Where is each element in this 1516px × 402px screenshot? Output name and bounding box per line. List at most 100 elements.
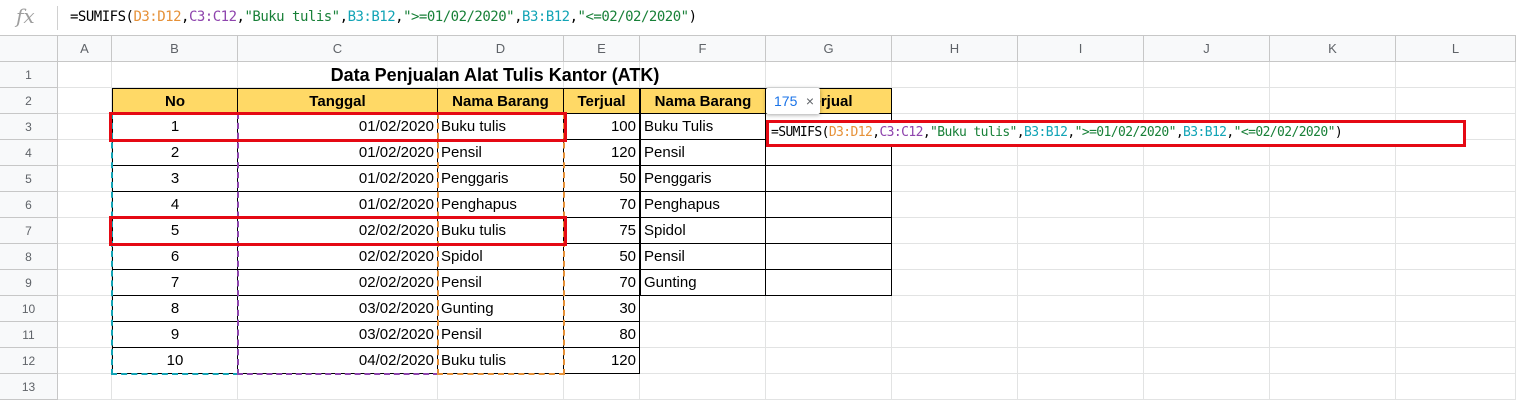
table2-value[interactable] <box>766 192 892 218</box>
grid-cell[interactable] <box>112 374 238 400</box>
table1-cell[interactable]: 120 <box>564 140 640 166</box>
grid-cell[interactable] <box>1396 88 1516 114</box>
grid-cell[interactable] <box>1018 270 1144 296</box>
grid-cell[interactable] <box>1270 88 1396 114</box>
grid-cell[interactable] <box>1144 374 1270 400</box>
close-icon[interactable]: × <box>806 88 814 114</box>
grid-cell[interactable] <box>1396 374 1516 400</box>
row-header[interactable]: 2 <box>0 88 58 114</box>
row-header[interactable]: 5 <box>0 166 58 192</box>
grid-cell[interactable] <box>1018 192 1144 218</box>
row-header[interactable]: 11 <box>0 322 58 348</box>
grid-cell[interactable] <box>1144 348 1270 374</box>
table2-item[interactable]: Pensil <box>640 244 766 270</box>
table2-value[interactable] <box>766 218 892 244</box>
row-header[interactable]: 6 <box>0 192 58 218</box>
grid-cell[interactable] <box>1018 62 1144 88</box>
row-header[interactable]: 3 <box>0 114 58 140</box>
column-header[interactable]: E <box>564 36 640 62</box>
grid-cell[interactable] <box>58 322 112 348</box>
grid-cell[interactable] <box>1270 296 1396 322</box>
table2-value[interactable] <box>766 166 892 192</box>
grid-cell[interactable] <box>1270 192 1396 218</box>
grid-cell[interactable] <box>438 374 564 400</box>
grid-cell[interactable] <box>1018 374 1144 400</box>
grid-cell[interactable] <box>892 270 1018 296</box>
grid-cell[interactable] <box>640 348 766 374</box>
grid-cell[interactable] <box>1144 88 1270 114</box>
grid-cell[interactable] <box>1270 62 1396 88</box>
grid-cell[interactable] <box>1144 296 1270 322</box>
table2-item[interactable]: Spidol <box>640 218 766 244</box>
grid-cell[interactable] <box>238 374 438 400</box>
grid-cell[interactable] <box>1270 166 1396 192</box>
grid-cell[interactable] <box>1270 244 1396 270</box>
grid-cell[interactable] <box>1144 62 1270 88</box>
row-header[interactable]: 10 <box>0 296 58 322</box>
column-header[interactable]: L <box>1396 36 1516 62</box>
table2-value[interactable] <box>766 244 892 270</box>
grid-cell[interactable] <box>1144 322 1270 348</box>
column-header[interactable]: K <box>1270 36 1396 62</box>
row-header[interactable]: 7 <box>0 218 58 244</box>
grid-cell[interactable] <box>1396 192 1516 218</box>
grid-cell[interactable] <box>58 374 112 400</box>
grid-cell[interactable] <box>640 296 766 322</box>
grid-cell[interactable] <box>1018 244 1144 270</box>
table2-item[interactable]: Pensil <box>640 140 766 166</box>
spreadsheet-grid[interactable]: A B C D E F G H I J K L 1 2 3 4 5 6 7 8 9 10 11 12 13 Data Penjua… <box>0 36 1516 402</box>
table2-value[interactable] <box>766 270 892 296</box>
grid-cell[interactable] <box>892 374 1018 400</box>
grid-cell[interactable] <box>1018 88 1144 114</box>
grid-cell[interactable] <box>892 88 1018 114</box>
grid-cell[interactable] <box>640 322 766 348</box>
grid-cell[interactable] <box>1396 244 1516 270</box>
formula-input[interactable]: =SUMIFS(D3:D12,C3:C12,"Buku tulis",B3:B1… <box>70 9 697 25</box>
grid-cell[interactable] <box>1270 270 1396 296</box>
table1-cell[interactable]: 120 <box>564 348 640 374</box>
table1-cell[interactable]: 50 <box>564 244 640 270</box>
column-header[interactable]: J <box>1144 36 1270 62</box>
grid-cell[interactable] <box>1396 348 1516 374</box>
column-header[interactable]: C <box>238 36 438 62</box>
editing-cell-formula[interactable]: =SUMIFS(D3:D12,C3:C12,"Buku tulis",B3:B1… <box>766 120 1466 147</box>
grid-cell[interactable] <box>766 348 892 374</box>
grid-cell[interactable] <box>58 114 112 140</box>
column-header[interactable]: H <box>892 36 1018 62</box>
column-header[interactable]: A <box>58 36 112 62</box>
row-header[interactable]: 8 <box>0 244 58 270</box>
table1-cell[interactable]: 80 <box>564 322 640 348</box>
grid-cell[interactable] <box>892 296 1018 322</box>
grid-cell[interactable] <box>1270 322 1396 348</box>
grid-cell[interactable] <box>1144 218 1270 244</box>
row-header[interactable]: 4 <box>0 140 58 166</box>
grid-cell[interactable] <box>1396 166 1516 192</box>
table1-cell[interactable]: 70 <box>564 270 640 296</box>
grid-cell[interactable] <box>892 62 1018 88</box>
grid-cell[interactable] <box>766 296 892 322</box>
row-header[interactable]: 13 <box>0 374 58 400</box>
grid-cell[interactable] <box>1018 348 1144 374</box>
table1-cell[interactable]: 50 <box>564 166 640 192</box>
table1-cell[interactable]: 70 <box>564 192 640 218</box>
grid-cell[interactable] <box>1144 270 1270 296</box>
grid-cell[interactable] <box>1396 270 1516 296</box>
grid-cell[interactable] <box>1396 218 1516 244</box>
grid-cell[interactable] <box>1396 62 1516 88</box>
row-header[interactable]: 9 <box>0 270 58 296</box>
grid-cell[interactable] <box>1018 218 1144 244</box>
table2-item[interactable]: Gunting <box>640 270 766 296</box>
table1-cell[interactable]: 75 <box>564 218 640 244</box>
grid-cell[interactable] <box>892 348 1018 374</box>
row-header[interactable]: 1 <box>0 62 58 88</box>
grid-cell[interactable] <box>766 322 892 348</box>
grid-cell[interactable] <box>892 192 1018 218</box>
grid-cell[interactable] <box>766 374 892 400</box>
grid-cell[interactable] <box>1270 218 1396 244</box>
grid-cell[interactable] <box>58 296 112 322</box>
grid-cell[interactable] <box>1018 296 1144 322</box>
grid-cell[interactable] <box>1270 374 1396 400</box>
column-header[interactable]: D <box>438 36 564 62</box>
grid-cell[interactable] <box>58 348 112 374</box>
table1-cell[interactable]: 100 <box>564 114 640 140</box>
